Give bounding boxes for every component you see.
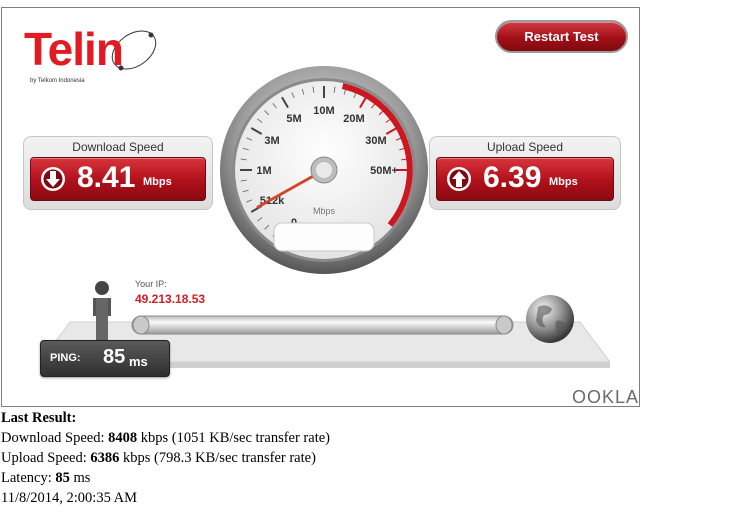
last-result-heading: Last Result: (1, 410, 77, 426)
upload-speed-bar: 6.39 Mbps (436, 157, 614, 201)
gauge-tick-label: 30M (365, 135, 386, 147)
upload-speed-title: Upload Speed (486, 140, 564, 154)
download-result-kbps: 8408 (108, 430, 138, 446)
download-result-prefix: Download Speed: (1, 430, 109, 446)
download-speed-unit: Mbps (143, 176, 172, 188)
your-ip-label: Your IP: (135, 279, 167, 289)
upload-result-line: Upload Speed: 6386 kbps (798.3 KB/sec tr… (1, 448, 330, 468)
logo-tagline: by Telkom Indonesia (30, 78, 85, 84)
latency-result-line: Latency: 85 ms (1, 468, 330, 488)
progress-tube (131, 315, 514, 335)
logo-wordmark: Telin (24, 23, 124, 75)
your-ip-value: 49.213.18.53 (135, 292, 206, 306)
restart-test-button[interactable]: Restart Test (495, 20, 628, 53)
gauge-tick-label: 3M (264, 135, 279, 147)
globe-icon (526, 295, 574, 343)
upload-result-kbps: 6386 (90, 450, 120, 466)
download-speed-value: 8.41 (77, 161, 136, 194)
ping-label: PING: (50, 352, 81, 364)
upload-arrow-icon (447, 167, 471, 191)
gauge-tick-label: 5M (286, 113, 301, 125)
gauge-readout-box (273, 222, 375, 252)
speedtest-widget: Telin by Telkom Indonesia Restart Test D… (1, 7, 640, 407)
ping-unit: ms (129, 354, 148, 369)
upload-result-suffix: kbps (798.3 KB/sec transfer rate) (119, 450, 316, 466)
latency-result-suffix: ms (69, 470, 91, 486)
download-result-suffix: kbps (1051 KB/sec transfer rate) (137, 430, 330, 446)
gauge-tick-label: 20M (343, 113, 364, 125)
ping-box: PING: 85 ms (40, 340, 170, 377)
speed-gauge: 0512k1M3M5M10M20M30M50M+ Mbps (220, 66, 428, 274)
latency-result-prefix: Latency: (1, 470, 56, 486)
user-figure-icon (93, 281, 111, 340)
gauge-tick-label: 50M+ (370, 165, 398, 177)
ookla-logo: OOKLA (572, 387, 640, 407)
gauge-tick-label: 1M (256, 165, 271, 177)
download-speed-title: Download Speed (72, 140, 164, 154)
upload-result-prefix: Upload Speed: (1, 450, 91, 466)
download-speed-panel: Download Speed 8.41 Mbps (23, 136, 213, 210)
latency-result-ms: 85 (55, 470, 70, 486)
upload-speed-unit: Mbps (549, 176, 578, 188)
ping-value: 85 (103, 346, 126, 368)
last-result-text: Last Result: Download Speed: 8408 kbps (… (1, 408, 330, 508)
upload-speed-panel: Upload Speed 6.39 Mbps (429, 136, 621, 210)
result-timestamp: 11/8/2014, 2:00:35 AM (1, 490, 138, 506)
telin-logo: Telin by Telkom Indonesia (24, 20, 164, 90)
gauge-unit-label: Mbps (313, 206, 336, 216)
download-result-line: Download Speed: 8408 kbps (1051 KB/sec t… (1, 428, 330, 448)
download-arrow-icon (41, 167, 65, 191)
download-speed-bar: 8.41 Mbps (30, 157, 206, 201)
gauge-tick-label: 10M (313, 105, 334, 117)
upload-speed-value: 6.39 (483, 161, 542, 194)
